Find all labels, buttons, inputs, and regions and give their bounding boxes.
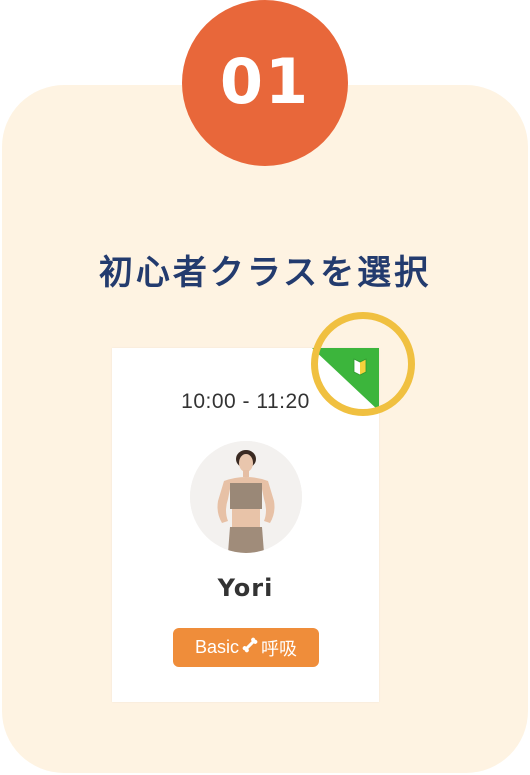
instructor-photo [190,441,302,553]
tag-prefix: Basic [194,637,239,657]
tag-suffix: 呼吸 [261,638,297,659]
instructor-avatar [190,441,302,553]
instructor-name: Yori [217,574,274,602]
bone-icon [241,636,259,659]
step-number: 01 [219,44,311,118]
step-number-badge: 01 [182,0,348,166]
highlight-ring [311,312,415,416]
step-heading: 初心者クラスを選択 [98,253,432,293]
class-tag: Basic 呼吸 [173,628,319,667]
